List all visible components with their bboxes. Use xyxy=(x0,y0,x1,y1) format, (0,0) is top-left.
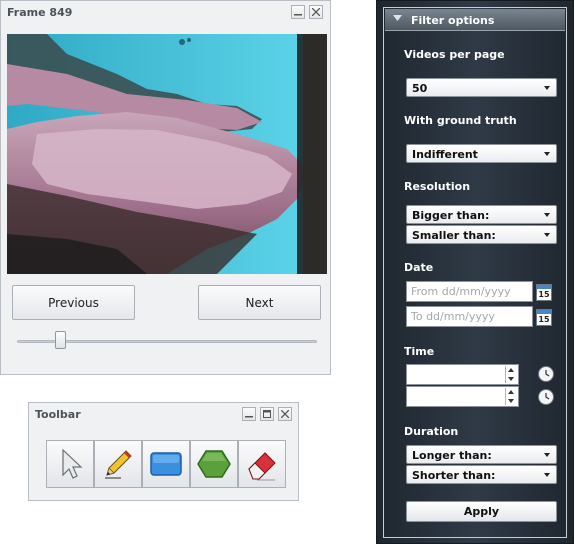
filter-header[interactable]: Filter options xyxy=(385,9,565,31)
minimize-icon xyxy=(294,14,302,16)
dropdown-arrow-icon xyxy=(544,152,550,156)
calendar-day: 15 xyxy=(538,315,550,324)
close-button[interactable] xyxy=(278,407,292,421)
time-from-input[interactable] xyxy=(406,364,519,385)
time-to-input[interactable] xyxy=(406,386,519,407)
resolution-bigger-select[interactable]: Bigger than: xyxy=(406,205,557,224)
calendar-icon[interactable]: 15 xyxy=(536,284,552,301)
ground-truth-value: Indifferent xyxy=(412,148,478,161)
ground-truth-select[interactable]: Indifferent xyxy=(406,144,557,163)
dropdown-arrow-icon xyxy=(544,473,550,477)
pencil-icon xyxy=(105,450,132,479)
eraser-tool-button[interactable] xyxy=(238,440,286,488)
eraser-icon xyxy=(248,452,276,481)
time-label: Time xyxy=(404,345,435,358)
previous-button[interactable]: Previous xyxy=(12,285,135,320)
toolbar-window: Toolbar xyxy=(28,402,299,501)
close-icon xyxy=(312,8,320,16)
next-button[interactable]: Next xyxy=(198,285,321,320)
calendar-icon[interactable]: 15 xyxy=(536,309,552,326)
filter-panel: Filter options Videos per page 50 With g… xyxy=(376,0,574,544)
chevron-down-icon xyxy=(393,15,402,21)
duration-shorter-value: Shorter than: xyxy=(412,469,496,482)
calendar-day: 15 xyxy=(538,290,550,299)
date-label: Date xyxy=(404,261,434,274)
underwater-coral-image xyxy=(7,34,327,274)
time-spinner[interactable] xyxy=(505,388,517,405)
resolution-bigger-value: Bigger than: xyxy=(412,209,490,222)
hexagon-tool-button[interactable] xyxy=(190,440,238,488)
rectangle-tool-button[interactable] xyxy=(142,440,190,488)
toolbar-title: Toolbar xyxy=(35,408,81,421)
minimize-button[interactable] xyxy=(291,5,305,19)
maximize-icon xyxy=(263,410,271,418)
clock-hands-icon xyxy=(545,393,550,400)
pointer-tool-button[interactable] xyxy=(46,440,94,488)
video-frame[interactable] xyxy=(7,34,327,274)
videos-per-page-select[interactable]: 50 xyxy=(406,78,557,97)
cursor-arrow-icon xyxy=(62,448,83,479)
maximize-button[interactable] xyxy=(260,407,274,421)
frame-slider-thumb[interactable] xyxy=(55,331,66,349)
date-from-input[interactable]: From dd/mm/yyyy xyxy=(406,281,533,302)
dropdown-arrow-icon xyxy=(544,233,550,237)
date-to-input[interactable]: To dd/mm/yyyy xyxy=(406,306,533,327)
clock-icon[interactable] xyxy=(538,366,554,382)
resolution-label: Resolution xyxy=(404,180,471,193)
close-icon xyxy=(281,410,289,418)
duration-shorter-select[interactable]: Shorter than: xyxy=(406,465,557,484)
dropdown-arrow-icon xyxy=(544,86,550,90)
duration-longer-value: Longer than: xyxy=(412,449,492,462)
time-spinner[interactable] xyxy=(505,366,517,383)
hexagon-icon xyxy=(197,450,231,478)
minimize-button[interactable] xyxy=(242,407,256,421)
rectangle-icon xyxy=(150,452,182,476)
filter-panel-inner: Filter options Videos per page 50 With g… xyxy=(383,7,567,538)
minimize-icon xyxy=(245,416,253,418)
videos-per-page-value: 50 xyxy=(412,82,428,95)
filter-header-title: Filter options xyxy=(411,14,495,27)
close-button[interactable] xyxy=(309,5,323,19)
videos-per-page-label: Videos per page xyxy=(404,48,505,61)
duration-label: Duration xyxy=(404,425,459,438)
resolution-smaller-select[interactable]: Smaller than: xyxy=(406,225,557,244)
frame-title: Frame 849 xyxy=(7,6,73,19)
duration-longer-select[interactable]: Longer than: xyxy=(406,445,557,464)
dropdown-arrow-icon xyxy=(544,213,550,217)
ground-truth-label: With ground truth xyxy=(404,114,517,127)
resolution-smaller-value: Smaller than: xyxy=(412,229,496,242)
clock-icon[interactable] xyxy=(538,389,554,405)
frame-viewer-window: Frame 849 Previous Next xyxy=(0,0,331,375)
dropdown-arrow-icon xyxy=(544,453,550,457)
apply-button[interactable]: Apply xyxy=(406,501,557,522)
clock-hands-icon xyxy=(545,370,550,377)
pencil-tool-button[interactable] xyxy=(94,440,142,488)
